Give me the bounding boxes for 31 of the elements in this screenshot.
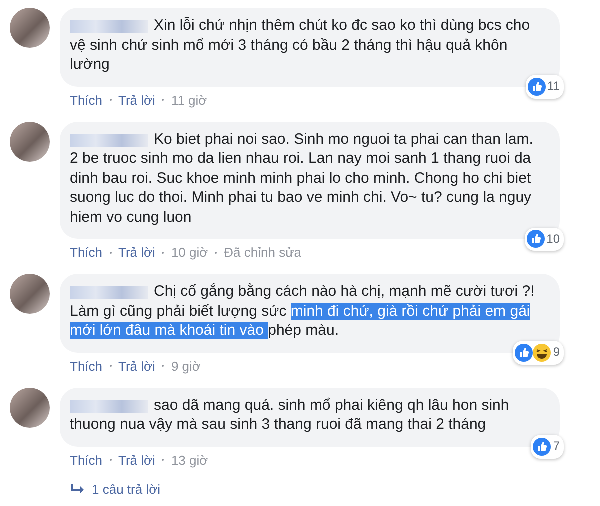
reaction-count: 10 xyxy=(546,230,560,248)
comment-time: 11 giờ xyxy=(171,92,208,108)
like-link[interactable]: Thích xyxy=(70,92,103,108)
reaction-badge[interactable]: 9 xyxy=(513,341,564,364)
like-link[interactable]: Thích xyxy=(70,358,103,374)
comment-text: sao dã mang quá. sinh mổ phai kiêng qh lâu hon sinh thuong nua vậy mà sau sinh 3 thang ruoi đã mang thai 2 tháng xyxy=(70,396,510,434)
comment-text: Xin lỗi chứ nhịn thêm chút ko đc sao ko thì dùng bcs cho vệ sinh chứ sinh mổ mới 3 tháng có bầu 2 tháng thì hậu quả khôn lường xyxy=(70,16,532,74)
reaction-count: 7 xyxy=(553,438,560,455)
replies-link[interactable]: 1 câu trả lời xyxy=(92,482,160,496)
reaction-badge[interactable]: 7 xyxy=(531,435,564,458)
reply-arrow-icon xyxy=(70,483,86,495)
reply-link[interactable]: Trả lời xyxy=(118,358,156,374)
reply-link[interactable]: Trả lời xyxy=(118,245,156,260)
comment-text: Ko biet phai noi sao. Sinh mo nguoi ta phai can than lam. 2 be truoc sinh mo da lien nhau roi. Lan nay moi sanh 1 thang ruoi da dinh bau roi. Suc khoe minh minh phai lo cho minh. Chong ho chi biet suong luc do thoi. Minh phai tu bao ve minh chi. Vo~ tu? cung la nguy hiem vo cung luon xyxy=(70,130,534,227)
like-link[interactable]: Thích xyxy=(70,452,103,468)
reaction-badge[interactable]: 11 xyxy=(526,75,564,98)
comment-time: 10 giờ xyxy=(171,245,208,260)
avatar-placeholder[interactable] xyxy=(10,122,50,162)
reply-link[interactable]: Trả lời xyxy=(118,452,156,468)
avatar-placeholder[interactable] xyxy=(10,388,50,428)
reaction-badge[interactable]: 10 xyxy=(524,228,564,251)
reaction-count: 9 xyxy=(553,344,560,361)
edited-label: Đã chỉnh sửa xyxy=(224,245,302,260)
comment-text: Chị cố gắng bằng cách nào hà chị, mạnh mẽ cười tươi ?! Làm gì cũng phải biết lượng sức minh đi chứ, già rồi chứ phải em gái mới lớn đâu mà khoái tin vào phép màu. xyxy=(70,282,536,340)
reaction-count: 11 xyxy=(548,78,560,95)
avatar-placeholder[interactable] xyxy=(10,274,50,314)
avatar-placeholder[interactable] xyxy=(10,8,50,48)
comment-time: 9 giờ xyxy=(171,358,201,374)
comment-time: 13 giờ xyxy=(171,452,208,468)
like-link[interactable]: Thích xyxy=(70,245,103,260)
reply-link[interactable]: Trả lời xyxy=(118,92,156,108)
